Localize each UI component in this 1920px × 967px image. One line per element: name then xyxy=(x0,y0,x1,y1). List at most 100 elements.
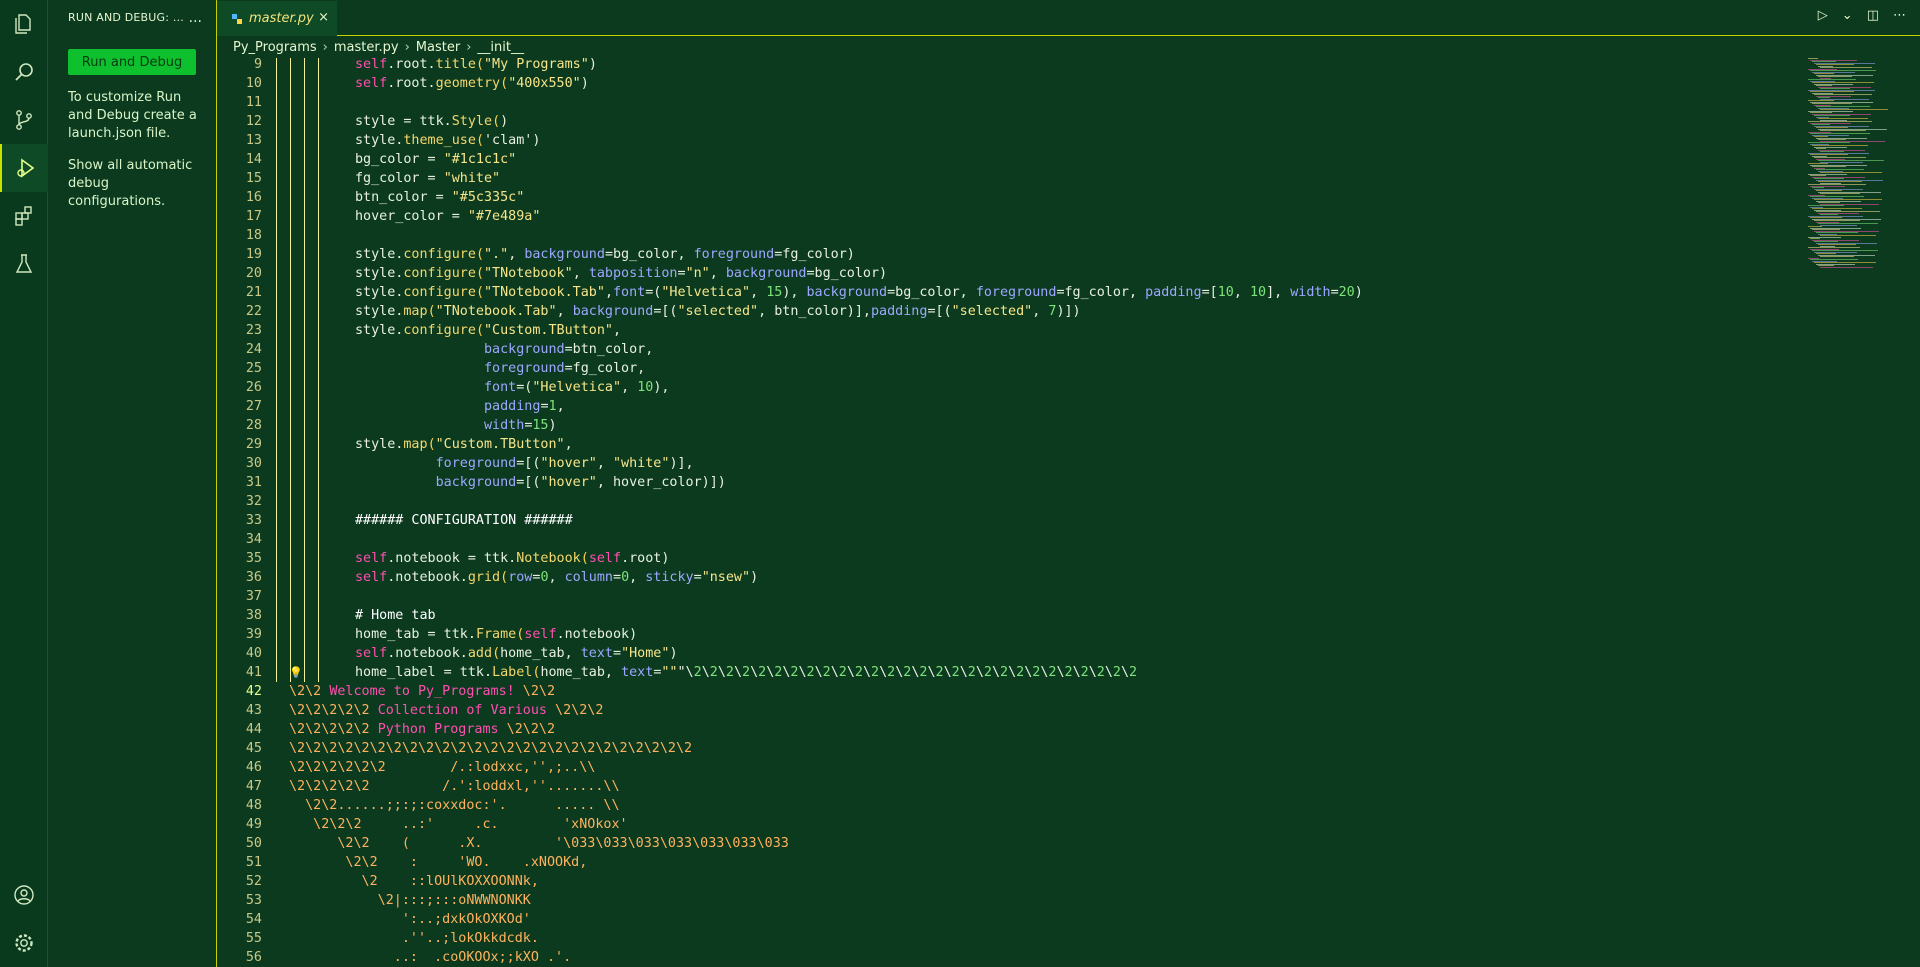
indent-guide xyxy=(318,625,319,644)
code-line[interactable]: 45 \2\2\2\2\2\2\2\2\2\2\2\2\2\2\2\2\2\2\2… xyxy=(217,739,1777,758)
code-line[interactable]: 42 \2\2 Welcome to Py_Programs! \2\2 xyxy=(217,682,1777,701)
code-text: self.root.geometry("400x550") xyxy=(355,76,589,91)
code-line[interactable]: 53 \2|:::;:::oNWWNONKK xyxy=(217,891,1777,910)
code-line[interactable]: 11 xyxy=(217,93,1777,112)
code-line[interactable]: 29 style.map("Custom.TButton", xyxy=(217,435,1777,454)
lightbulb-icon[interactable]: 💡 xyxy=(289,663,303,682)
code-line[interactable]: 16 btn_color = "#5c335c" xyxy=(217,188,1777,207)
explorer-icon[interactable] xyxy=(0,0,47,48)
more-actions-icon[interactable]: ... xyxy=(189,10,202,26)
code-line[interactable]: 9 self.root.title("My Programs") xyxy=(217,58,1777,74)
indent-guide xyxy=(290,473,291,492)
code-line[interactable]: 38 # Home tab xyxy=(217,606,1777,625)
indent-guide xyxy=(276,93,277,112)
indent-guide xyxy=(318,511,319,530)
code-line[interactable]: 41 home_label = ttk.Label(home_tab, text=… xyxy=(217,663,1777,682)
code-line[interactable]: 13 style.theme_use('clam') xyxy=(217,131,1777,150)
search-icon[interactable] xyxy=(0,48,47,96)
line-number: 14 xyxy=(245,152,262,167)
indent-guide xyxy=(290,74,291,93)
code-line[interactable]: 15 fg_color = "white" xyxy=(217,169,1777,188)
line-number: 41 xyxy=(245,665,262,680)
code-line[interactable]: 17 hover_color = "#7e489a" xyxy=(217,207,1777,226)
indent-guide xyxy=(276,511,277,530)
code-line[interactable]: 26 font=("Helvetica", 10), xyxy=(217,378,1777,397)
indent-guide xyxy=(276,587,277,606)
close-tab-icon[interactable]: × xyxy=(318,10,329,25)
breadcrumb-method[interactable]: __init__ xyxy=(477,40,524,55)
code-text: self.notebook.grid(row=0, column=0, stic… xyxy=(355,570,759,585)
indent-guide xyxy=(318,264,319,283)
code-line[interactable]: 36 self.notebook.grid(row=0, column=0, st… xyxy=(217,568,1777,587)
indent-guide xyxy=(276,340,277,359)
code-line[interactable]: 46 \2\2\2\2\2\2 /.:lodxxc,'',;..\\ xyxy=(217,758,1777,777)
testing-icon[interactable] xyxy=(0,240,47,288)
code-text: fg_color = "white" xyxy=(355,171,501,186)
code-line[interactable]: 54 ':..;dxkOkOXKOd' xyxy=(217,910,1777,929)
code-line[interactable]: 44 \2\2\2\2\2 Python Programs \2\2\2 xyxy=(217,720,1777,739)
code-line[interactable]: 25 foreground=fg_color, xyxy=(217,359,1777,378)
code-line[interactable]: 18 xyxy=(217,226,1777,245)
code-line[interactable]: 49 \2\2\2 ..:' .c. 'xNOkox' xyxy=(217,815,1777,834)
code-text: style.configure("TNotebook", tabposition… xyxy=(355,266,888,281)
run-and-debug-button[interactable]: Run and Debug xyxy=(68,49,196,75)
editor-more-icon[interactable]: ⋯ xyxy=(1893,8,1906,23)
code-line[interactable]: 23 style.configure("Custom.TButton", xyxy=(217,321,1777,340)
chevron-down-icon[interactable]: ⌄ xyxy=(1842,8,1853,23)
breadcrumb-class[interactable]: Master xyxy=(416,40,460,55)
show-all-configs-link[interactable]: Show all automatic debug configurations. xyxy=(68,157,200,211)
code-line[interactable]: 33 ###### CONFIGURATION ###### xyxy=(217,511,1777,530)
code-line[interactable]: 10 self.root.geometry("400x550") xyxy=(217,74,1777,93)
split-editor-icon[interactable]: ◫ xyxy=(1867,8,1879,23)
chevron-right-icon: › xyxy=(404,39,410,55)
code-line[interactable]: 40 self.notebook.add(home_tab, text="Home… xyxy=(217,644,1777,663)
code-line[interactable]: 21 style.configure("TNotebook.Tab",font=(… xyxy=(217,283,1777,302)
code-line[interactable]: 12 style = ttk.Style() xyxy=(217,112,1777,131)
run-file-icon[interactable]: ▷ xyxy=(1818,8,1828,23)
code-editor[interactable]: 9 self.root.title("My Programs") 10 self.ro… xyxy=(217,58,1920,967)
settings-gear-icon[interactable] xyxy=(0,919,47,967)
extensions-icon[interactable] xyxy=(0,192,47,240)
code-line[interactable]: 39 home_tab = ttk.Frame(self.notebook) xyxy=(217,625,1777,644)
indent-guide xyxy=(290,378,291,397)
indent-guide xyxy=(318,549,319,568)
indent-guide xyxy=(318,359,319,378)
minimap-line xyxy=(1820,256,1854,257)
code-line[interactable]: 22 style.map("TNotebook.Tab", background=… xyxy=(217,302,1777,321)
code-line[interactable]: 27 padding=1, xyxy=(217,397,1777,416)
indent-guide xyxy=(290,302,291,321)
code-line[interactable]: 34 xyxy=(217,530,1777,549)
code-line[interactable]: 51 \2\2 : 'WO. .xNOOKd, xyxy=(217,853,1777,872)
code-line[interactable]: 30 foreground=[("hover", "white")], xyxy=(217,454,1777,473)
code-line[interactable]: 28 width=15) xyxy=(217,416,1777,435)
minimap[interactable] xyxy=(1790,58,1920,967)
code-line[interactable]: 56 ..: .coOKOOx;;kXO .'. xyxy=(217,948,1777,967)
indent-guide xyxy=(276,530,277,549)
code-line[interactable]: 52 \2 ::lOUlKOXXOONNk, xyxy=(217,872,1777,891)
tab-master-py[interactable]: master.py × xyxy=(217,0,337,36)
code-line[interactable]: 47 \2\2\2\2\2 /.':loddxl,''.......\\ xyxy=(217,777,1777,796)
code-line[interactable]: 20 style.configure("TNotebook", tabpositi… xyxy=(217,264,1777,283)
code-line[interactable]: 35 self.notebook = ttk.Notebook(self.root… xyxy=(217,549,1777,568)
launch-json-link[interactable]: To customize Run and Debug create a laun… xyxy=(68,89,200,143)
source-control-icon[interactable] xyxy=(0,96,47,144)
run-debug-icon[interactable] xyxy=(0,144,49,192)
breadcrumb-file[interactable]: master.py xyxy=(334,40,399,55)
code-line[interactable]: 50 \2\2 ( .X. '\033\033\033\033\033\033\… xyxy=(217,834,1777,853)
indent-guide xyxy=(318,663,319,682)
code-line[interactable]: 37 xyxy=(217,587,1777,606)
indent-guide xyxy=(318,587,319,606)
code-line[interactable]: 19 style.configure(".", background=bg_col… xyxy=(217,245,1777,264)
code-line[interactable]: 48 \2\2......;;:;:coxxdoc:'. ..... \\ xyxy=(217,796,1777,815)
code-text: .''..;lokOkkdcdk. xyxy=(289,931,539,946)
code-line[interactable]: 24 background=btn_color, xyxy=(217,340,1777,359)
account-icon[interactable] xyxy=(0,871,47,919)
code-text: \2\2\2\2\2\2 /.:lodxxc,'',;..\\ xyxy=(289,760,596,775)
indent-guide xyxy=(304,435,305,454)
code-line[interactable]: 55 .''..;lokOkkdcdk. xyxy=(217,929,1777,948)
code-line[interactable]: 43 \2\2\2\2\2 Collection of Various \2\2\… xyxy=(217,701,1777,720)
breadcrumb-folder[interactable]: Py_Programs xyxy=(233,40,317,55)
code-line[interactable]: 14 bg_color = "#1c1c1c" xyxy=(217,150,1777,169)
code-line[interactable]: 31 background=[("hover", hover_color)]) xyxy=(217,473,1777,492)
code-line[interactable]: 32 xyxy=(217,492,1777,511)
